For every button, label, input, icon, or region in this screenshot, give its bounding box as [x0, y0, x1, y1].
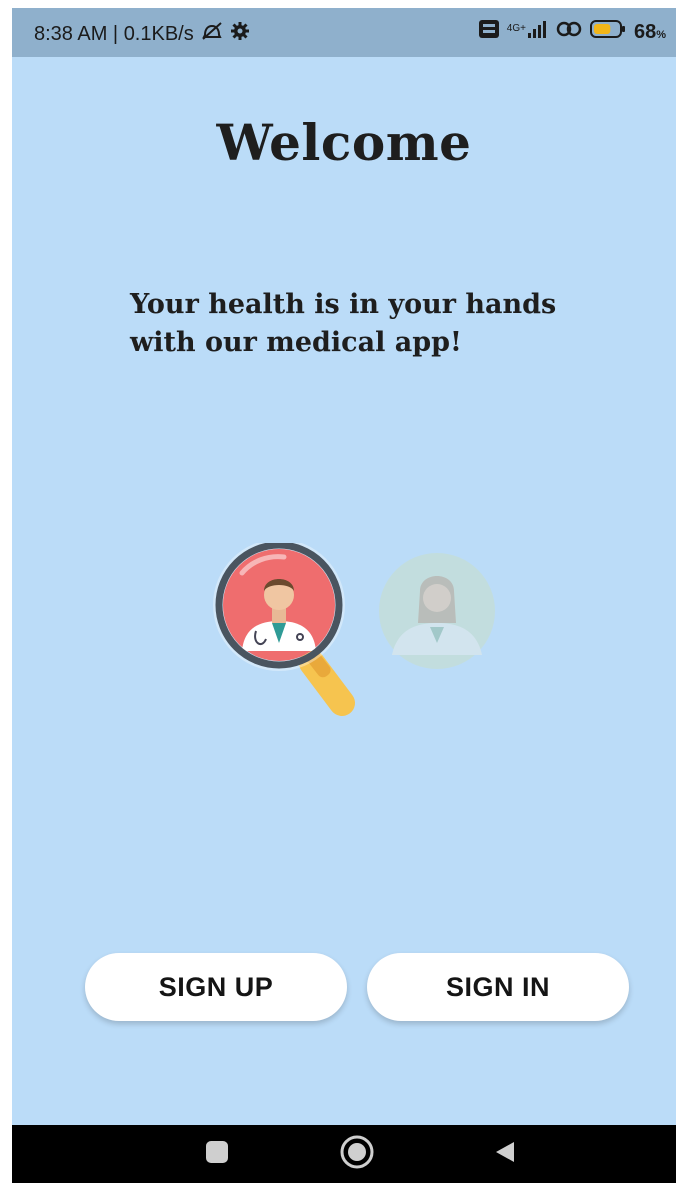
tagline-line-2: with our medical app!: [130, 327, 462, 358]
sign-in-button[interactable]: SIGN IN: [367, 953, 629, 1021]
page-title: Welcome: [216, 113, 472, 172]
volte-icon: [478, 20, 499, 44]
back-triangle-icon: [492, 1139, 518, 1170]
battery-percent: 68%: [634, 21, 666, 44]
battery-percent-value: 68: [633, 20, 657, 43]
network-type: 4G+: [506, 22, 526, 34]
signal-icon: [527, 20, 548, 44]
status-bar: 8:38 AM | 0.1KB/s 4G+ 68%: [12, 8, 676, 57]
battery-percent-unit: %: [656, 28, 666, 41]
sign-up-button[interactable]: SIGN UP: [85, 953, 347, 1021]
muted-alarm-icon: [200, 21, 224, 47]
recents-button[interactable]: [192, 1125, 242, 1183]
recents-square-icon: [204, 1139, 230, 1170]
status-left: 8:38 AM | 0.1KB/s: [34, 21, 250, 47]
doctor-search-illustration: [192, 539, 512, 723]
battery-icon: [589, 20, 626, 44]
tagline: Your health is in your hands with our me…: [130, 286, 600, 362]
app-screen: 8:38 AM | 0.1KB/s 4G+ 68% Welcome Your h…: [12, 8, 676, 1183]
hotspot-icon: [556, 20, 582, 44]
home-circle-icon: [339, 1134, 375, 1175]
magnifier-icon: [213, 539, 355, 716]
gear-icon: [230, 21, 250, 47]
female-doctor-icon: [379, 553, 495, 669]
tagline-line-1: Your health is in your hands: [130, 289, 557, 320]
home-button[interactable]: [332, 1125, 382, 1183]
status-right: 4G+ 68%: [478, 20, 666, 44]
navigation-bar: [12, 1125, 676, 1183]
status-time-speed: 8:38 AM | 0.1KB/s: [34, 22, 194, 45]
back-button[interactable]: [480, 1125, 530, 1183]
